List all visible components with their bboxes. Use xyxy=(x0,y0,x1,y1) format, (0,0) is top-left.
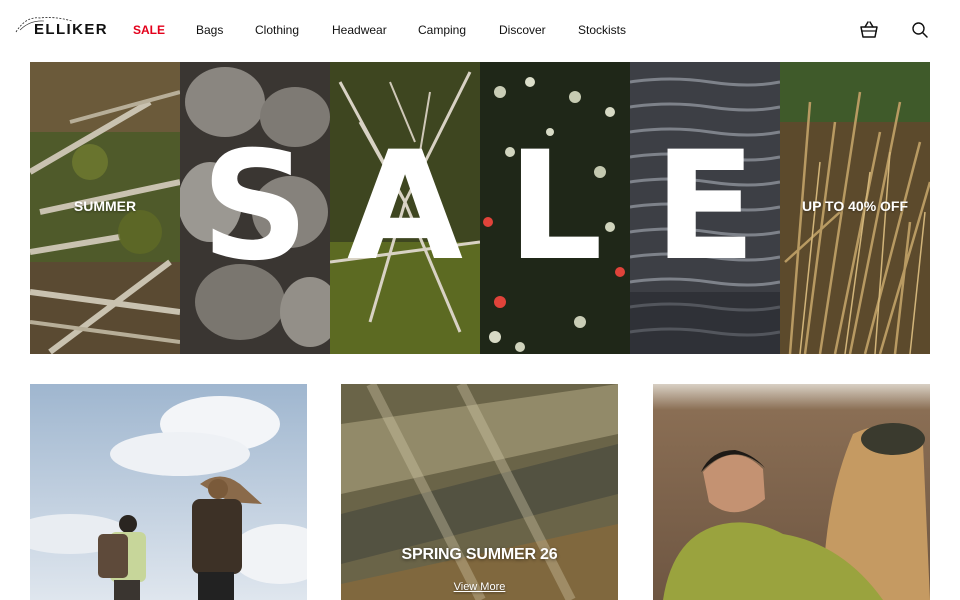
hero-letter-l: L xyxy=(507,120,603,294)
nav-item-bags[interactable]: Bags xyxy=(196,22,255,38)
sale-hero-banner[interactable]: SUMMER S A L E UP TO 40% OFF xyxy=(30,62,930,354)
card-title: SPRING SUMMER 26 xyxy=(401,546,558,563)
hikers-sky-image xyxy=(30,384,307,600)
blurred-moss-image xyxy=(341,384,618,600)
brand-name: ELLIKER xyxy=(34,21,108,38)
nav-item-headwear[interactable]: Headwear xyxy=(332,22,418,38)
nav-item-stockists[interactable]: Stockists xyxy=(578,22,638,38)
search-button[interactable] xyxy=(909,19,931,41)
hero-letter-e: E xyxy=(653,120,757,294)
basket-icon xyxy=(860,21,878,38)
site-header: ELLIKER SALE Bags Clothing Headwear Camp… xyxy=(0,0,960,62)
nav-item-sale[interactable]: SALE xyxy=(133,22,196,38)
brand-logo[interactable]: ELLIKER xyxy=(14,12,107,46)
promo-card-hikers[interactable] xyxy=(30,384,307,600)
hero-panel-summer: SUMMER xyxy=(30,62,180,354)
couple-moor-image xyxy=(653,384,930,600)
hero-panel-l: L xyxy=(480,62,630,354)
hero-letter-a: A xyxy=(346,120,464,294)
search-icon xyxy=(912,22,928,38)
promo-card-couple[interactable] xyxy=(653,384,930,600)
hero-panel-s: S xyxy=(180,62,330,354)
hero-panel-offer: UP TO 40% OFF xyxy=(780,62,930,354)
hero-letter-s: S xyxy=(200,120,310,294)
hero-panel-a: A xyxy=(330,62,480,354)
basket-button[interactable] xyxy=(858,19,880,41)
hero-discount-text: UP TO 40% OFF xyxy=(801,198,909,214)
main-nav: SALE Bags Clothing Headwear Camping Disc… xyxy=(133,22,638,38)
hero-summer-text: SUMMER xyxy=(73,198,137,214)
nav-item-camping[interactable]: Camping xyxy=(418,22,499,38)
hero-panel-e: E xyxy=(630,62,780,354)
promo-cards: SPRING SUMMER 26 View More xyxy=(30,384,930,600)
view-more-link[interactable]: View More xyxy=(341,581,618,593)
nav-item-discover[interactable]: Discover xyxy=(499,22,578,38)
nav-item-clothing[interactable]: Clothing xyxy=(255,22,332,38)
promo-card-spring-summer[interactable]: SPRING SUMMER 26 View More xyxy=(341,384,618,600)
